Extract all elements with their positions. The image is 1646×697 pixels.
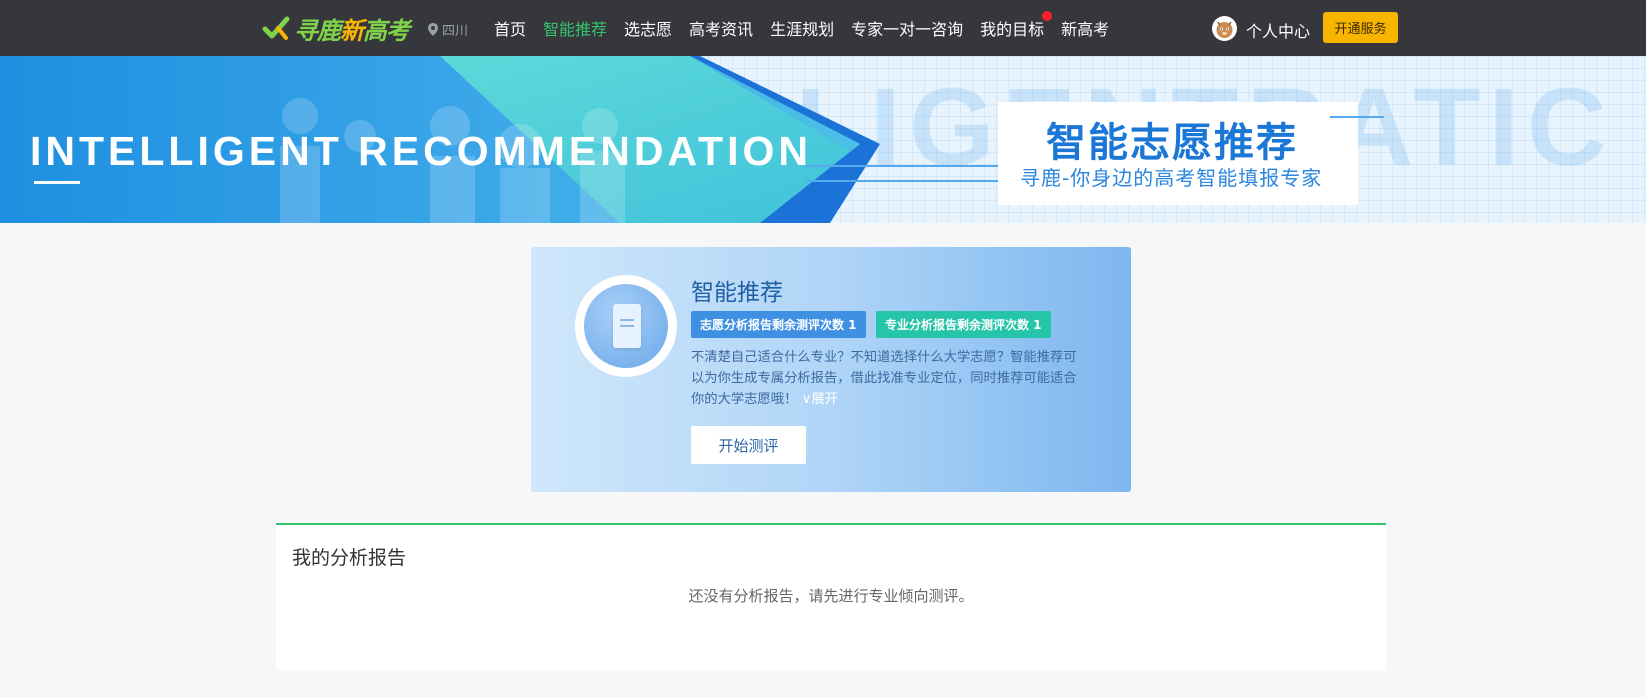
top-navbar: 寻鹿新高考 四川 首页 智能推荐 选志愿 高考资讯 生涯规划 专家一对一咨询 我…	[0, 0, 1646, 56]
nav-item-smart-recommend[interactable]: 智能推荐	[543, 16, 607, 40]
nav-item-new-gaokao[interactable]: 新高考	[1061, 16, 1109, 40]
nav-item-news[interactable]: 高考资讯	[689, 16, 753, 40]
nav-item-my-goal[interactable]: 我的目标	[980, 11, 1053, 40]
banner-chinese-title: 智能志愿推荐	[1046, 120, 1298, 166]
nav-item-expert-consult[interactable]: 专家一对一咨询	[851, 16, 963, 40]
start-assessment-button[interactable]: 开始测评	[691, 426, 806, 464]
major-choice-quota-badge: 志愿分析报告剩余测评次数 1	[691, 311, 866, 338]
map-pin-icon	[428, 23, 438, 36]
banner-english-title: INTELLIGENT RECOMMENDATION	[30, 128, 812, 174]
my-report-panel: 我的分析报告 还没有分析报告，请先进行专业倾向测评。	[276, 523, 1386, 670]
expand-label: 展开	[811, 392, 838, 407]
recommend-description: 不清楚自己适合什么专业？不知道选择什么大学志愿？智能推荐可以为你生成专属分析报告…	[691, 347, 1083, 410]
user-center-link[interactable]: 个人中心	[1246, 18, 1310, 42]
main-nav: 首页 智能推荐 选志愿 高考资讯 生涯规划 专家一对一咨询 我的目标 新高考	[494, 0, 1126, 56]
report-document-icon	[575, 275, 677, 377]
banner-underline	[34, 181, 80, 184]
location-selector[interactable]: 四川	[428, 20, 468, 39]
smart-recommend-card: 智能推荐 志愿分析报告剩余测评次数 1 专业分析报告剩余测评次数 1 不清楚自己…	[531, 247, 1131, 492]
deer-avatar-icon	[1212, 16, 1237, 41]
open-service-button[interactable]: 开通服务	[1323, 12, 1398, 43]
logo[interactable]: 寻鹿新高考	[262, 12, 410, 45]
banner-chinese-subtitle: 寻鹿-你身边的高考智能填报专家	[1020, 166, 1323, 190]
banner-decor-line	[806, 180, 1016, 182]
logo-check-icon	[262, 16, 290, 40]
notification-dot	[1042, 11, 1053, 21]
banner-decor-line	[1330, 116, 1384, 118]
logo-text: 寻鹿新高考	[294, 16, 410, 45]
location-label: 四川	[442, 24, 469, 39]
banner-decor-line	[806, 165, 1016, 167]
avatar[interactable]	[1212, 16, 1237, 41]
hero-banner: LLIGENTRATIC INT	[0, 56, 1646, 223]
expand-link[interactable]: ∨展开	[802, 392, 838, 407]
nav-item-home[interactable]: 首页	[494, 16, 526, 40]
nav-item-choose-major[interactable]: 选志愿	[624, 16, 672, 40]
specialty-quota-badge: 专业分析报告剩余测评次数 1	[876, 311, 1051, 338]
recommend-description-text: 不清楚自己适合什么专业？不知道选择什么大学志愿？智能推荐可以为你生成专属分析报告…	[691, 350, 1077, 407]
double-chevron-down-icon: ∨	[801, 392, 812, 407]
nav-item-my-goal-label: 我的目标	[980, 20, 1045, 39]
report-empty-message: 还没有分析报告，请先进行专业倾向测评。	[688, 587, 974, 605]
recommend-title: 智能推荐	[691, 280, 783, 306]
report-title: 我的分析报告	[292, 547, 407, 569]
nav-item-career[interactable]: 生涯规划	[770, 16, 834, 40]
